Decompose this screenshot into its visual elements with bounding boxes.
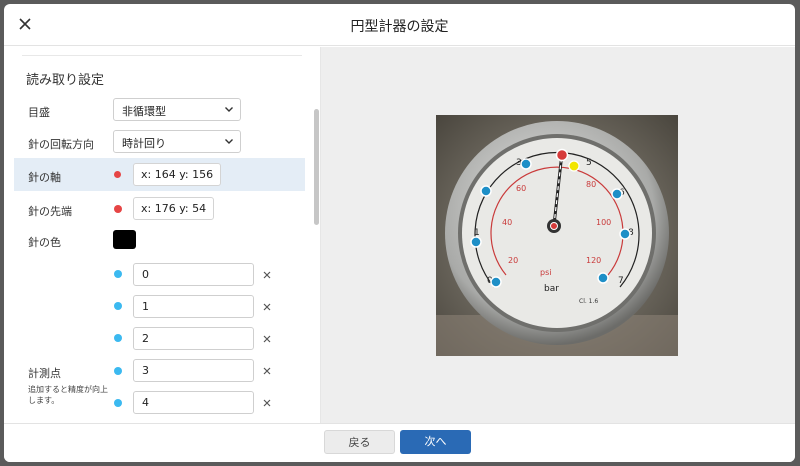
svg-text:7: 7 [618, 276, 624, 286]
chevron-down-icon [225, 139, 233, 144]
axis-coordinate[interactable]: x: 164 y: 156 [133, 163, 222, 186]
axis-label: 針の軸 [28, 171, 61, 184]
gauge-settings-dialog: 円型計器の設定 読み取り設定 目盛 非循環型 針の回転方向 時計回り 針の軸 x… [4, 4, 795, 462]
divider [22, 55, 302, 56]
svg-text:5: 5 [586, 158, 592, 168]
measure-points-note: 追加すると精度が向上します。 [28, 385, 108, 405]
point-marker-icon [114, 270, 122, 278]
dialog-title: 円型計器の設定 [350, 19, 449, 35]
direction-label: 針の回転方向 [28, 138, 94, 151]
next-button[interactable]: 次へ [400, 430, 471, 454]
point-input-1[interactable]: 1 [133, 295, 254, 318]
gauge-photo[interactable]: 0 1 2 3 5 6 8 7 20 40 60 80 100 120 psi … [436, 115, 678, 356]
back-button[interactable]: 戻る [324, 430, 395, 454]
dialog-header: 円型計器の設定 [4, 4, 795, 46]
svg-text:40: 40 [502, 218, 512, 227]
point-marker-icon [114, 399, 122, 407]
remove-point-icon[interactable] [261, 269, 273, 281]
remove-point-icon[interactable] [261, 333, 273, 345]
preview-panel: 0 1 2 3 5 6 8 7 20 40 60 80 100 120 psi … [321, 47, 795, 423]
point-input-3[interactable]: 3 [133, 359, 254, 382]
point-marker-icon [114, 367, 122, 375]
section-title: 読み取り設定 [26, 73, 105, 88]
remove-point-icon[interactable] [261, 365, 273, 377]
needle-color-label: 針の色 [28, 236, 61, 249]
direction-select-value: 時計回り [122, 137, 166, 150]
svg-text:Cl. 1.6: Cl. 1.6 [579, 298, 598, 305]
chevron-down-icon [225, 107, 233, 112]
direction-select[interactable]: 時計回り [113, 130, 241, 153]
measure-points-label: 計測点 [28, 367, 61, 380]
point-input-2[interactable]: 2 [133, 327, 254, 350]
settings-panel: 読み取り設定 目盛 非循環型 針の回転方向 時計回り 針の軸 x: 164 y:… [4, 47, 321, 423]
svg-text:bar: bar [544, 284, 559, 294]
point-input-0[interactable]: 0 [133, 263, 254, 286]
needle-color-swatch[interactable] [113, 230, 136, 249]
point-input-4[interactable]: 4 [133, 391, 254, 414]
dialog-footer: 戻る 次へ [4, 423, 795, 462]
svg-text:120: 120 [586, 256, 601, 265]
point-marker-icon [114, 334, 122, 342]
scale-select-value: 非循環型 [122, 105, 166, 118]
scrollbar-thumb[interactable] [314, 109, 319, 225]
remove-point-icon[interactable] [261, 397, 273, 409]
tip-coordinate[interactable]: x: 176 y: 54 [133, 197, 215, 220]
axis-marker-icon [114, 171, 121, 178]
svg-text:60: 60 [516, 184, 526, 193]
point-marker-icon [114, 302, 122, 310]
svg-text:80: 80 [586, 180, 596, 189]
tip-label: 針の先端 [28, 205, 72, 218]
scale-select[interactable]: 非循環型 [113, 98, 241, 121]
svg-text:psi: psi [540, 268, 551, 277]
svg-text:100: 100 [596, 218, 611, 227]
remove-point-icon[interactable] [261, 301, 273, 313]
scale-label: 目盛 [28, 106, 50, 119]
svg-text:20: 20 [508, 256, 518, 265]
tip-marker-icon [114, 205, 122, 213]
